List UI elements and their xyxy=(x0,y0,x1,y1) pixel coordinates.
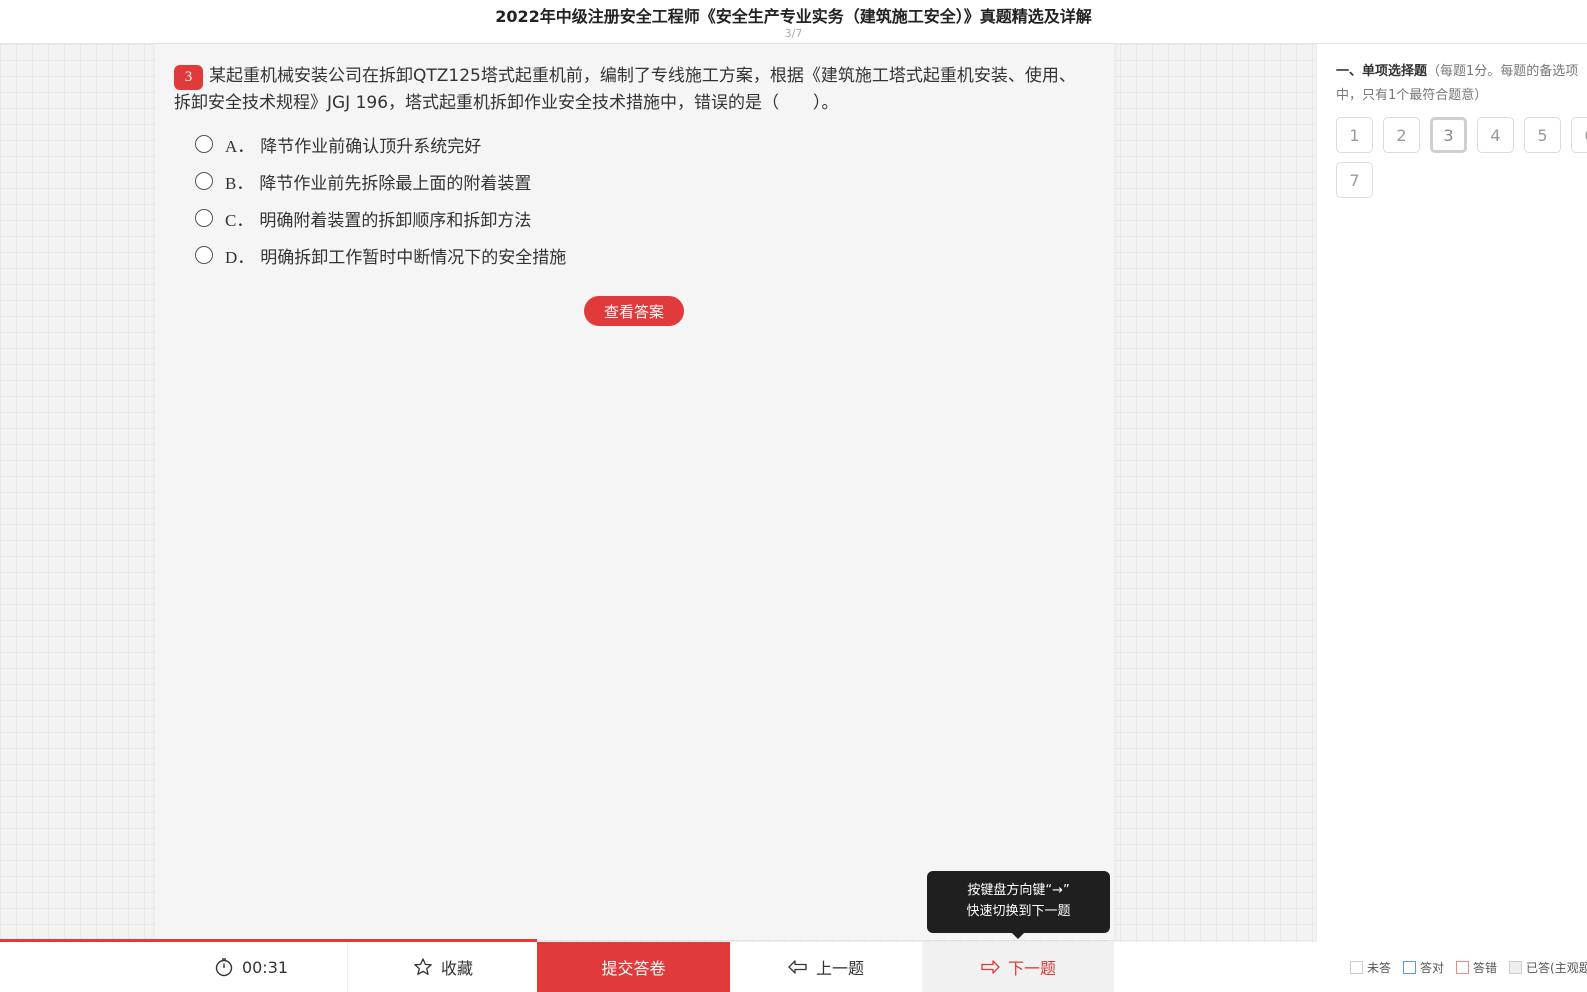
question-nav-3[interactable]: 3 xyxy=(1430,117,1467,153)
option-c[interactable]: C． 明确附着装置的拆卸顺序和拆卸方法 xyxy=(195,205,531,231)
question-nav-6[interactable]: 6 xyxy=(1571,117,1587,153)
previous-label: 上一题 xyxy=(815,959,864,978)
legend-label: 已答(主观题) xyxy=(1526,960,1587,975)
legend-unanswered: 未答 xyxy=(1350,959,1391,976)
timer: 00:31 xyxy=(155,942,347,992)
star-icon xyxy=(414,958,432,975)
question-nav-5[interactable]: 5 xyxy=(1524,117,1561,153)
view-answer-button[interactable]: 查看答案 xyxy=(584,296,684,326)
keyboard-hint-tooltip: 按键盘方向键“→” 快速切换到下一题 xyxy=(927,871,1110,939)
question-number-badge: 3 xyxy=(174,65,203,90)
option-text: 降节作业前确认顶升系统完好 xyxy=(260,136,482,157)
question-text: 某起重机械安装公司在拆卸QTZ125塔式起重机前，编制了专线施工方案，根据《建筑… xyxy=(174,66,1076,113)
unanswered-swatch xyxy=(1350,960,1363,974)
legend-correct: 答对 xyxy=(1403,959,1444,976)
timer-value: 00:31 xyxy=(241,957,289,977)
option-d[interactable]: D． 明确拆卸工作暂时中断情况下的安全措施 xyxy=(195,242,566,268)
radio-icon[interactable] xyxy=(195,246,213,264)
option-a[interactable]: A． 降节作业前确认顶升系统完好 xyxy=(195,131,481,157)
arrow-right-icon xyxy=(981,960,1000,974)
legend-subjective: 已答(主观题) xyxy=(1509,959,1587,976)
legend-label: 未答 xyxy=(1367,960,1392,975)
page-title: 2022年中级注册安全工程师《安全生产专业实务（建筑施工安全）》真题精选及详解 xyxy=(495,7,1092,26)
bottom-toolbar: 00:31 收藏 提交答卷 上一题 下一题 xyxy=(0,942,1587,992)
radio-icon[interactable] xyxy=(195,172,213,190)
radio-icon[interactable] xyxy=(195,209,213,227)
next-label: 下一题 xyxy=(1007,959,1056,978)
section-title: 一、单项选择题（每题1分。每题的备选项中，只有1个最符合题意） xyxy=(1336,60,1587,108)
subjective-swatch xyxy=(1509,960,1523,974)
timer-progress-line xyxy=(0,939,537,942)
option-text: 明确附着装置的拆卸顺序和拆卸方法 xyxy=(259,210,532,231)
previous-question-button[interactable]: 上一题 xyxy=(730,942,922,992)
legend-label: 答对 xyxy=(1420,960,1445,975)
question-progress: 3/7 xyxy=(784,27,803,40)
section-name: 一、单项选择题 xyxy=(1336,64,1428,79)
option-letter: C． xyxy=(225,210,254,230)
option-letter: D． xyxy=(225,247,255,267)
arrow-left-icon xyxy=(788,960,807,974)
option-text: 明确拆卸工作暂时中断情况下的安全措施 xyxy=(260,247,567,268)
tooltip-line-2: 快速切换到下一题 xyxy=(966,904,1071,919)
option-text: 降节作业前先拆除最上面的附着装置 xyxy=(259,173,532,194)
stopwatch-icon xyxy=(215,958,233,977)
option-letter: A． xyxy=(225,136,255,156)
question-card: 某起重机械安装公司在拆卸QTZ125塔式起重机前，编制了专线施工方案，根据《建筑… xyxy=(155,44,1114,940)
question-nav-4[interactable]: 4 xyxy=(1477,117,1514,153)
tooltip-line-1: 按键盘方向键“→” xyxy=(967,883,1070,898)
option-letter: B． xyxy=(225,173,254,193)
option-b[interactable]: B． 降节作业前先拆除最上面的附着装置 xyxy=(195,168,531,194)
favorite-button[interactable]: 收藏 xyxy=(347,942,538,992)
legend-wrong: 答错 xyxy=(1456,959,1497,976)
question-navigator-panel: 一、单项选择题（每题1分。每题的备选项中，只有1个最符合题意） 1 2 3 4 … xyxy=(1316,44,1587,942)
wrong-swatch xyxy=(1456,960,1470,974)
page-header: 2022年中级注册安全工程师《安全生产专业实务（建筑施工安全）》真题精选及详解 … xyxy=(0,0,1587,44)
submit-exam-button[interactable]: 提交答卷 xyxy=(537,942,730,992)
favorite-label: 收藏 xyxy=(440,959,473,978)
question-nav-1[interactable]: 1 xyxy=(1336,117,1373,153)
correct-swatch xyxy=(1403,960,1417,974)
status-legend: 未答 答对 答错 已答(主观题) xyxy=(1350,957,1587,977)
radio-icon[interactable] xyxy=(195,135,213,153)
legend-label: 答错 xyxy=(1473,960,1498,975)
question-nav-7[interactable]: 7 xyxy=(1336,162,1373,198)
next-question-button[interactable]: 下一题 xyxy=(922,942,1114,992)
question-nav-2[interactable]: 2 xyxy=(1383,117,1420,153)
